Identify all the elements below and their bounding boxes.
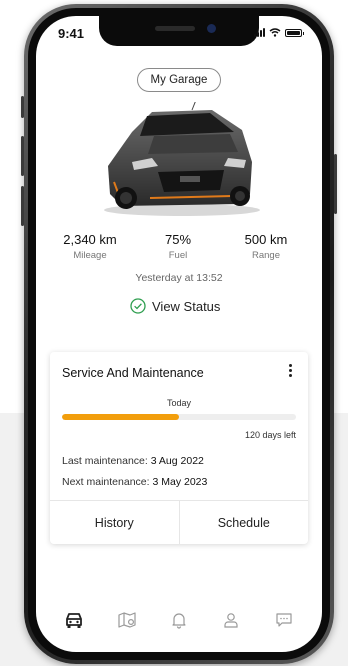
- view-status-button[interactable]: View Status: [130, 298, 220, 314]
- check-circle-icon: [130, 298, 146, 314]
- power-button: [334, 154, 337, 214]
- service-progress-fill: [62, 414, 179, 420]
- bottom-nav: [36, 602, 322, 638]
- next-maintenance-date: 3 May 2023: [152, 476, 208, 488]
- signal-icon: [254, 28, 265, 37]
- chat-icon: [276, 613, 292, 627]
- last-updated-text: Yesterday at 13:52: [135, 272, 223, 284]
- volume-down-button: [21, 186, 24, 226]
- nav-notifications[interactable]: [166, 607, 192, 633]
- last-maintenance: Last maintenance: 3 Aug 2022: [62, 455, 204, 467]
- volume-up-button: [21, 136, 24, 176]
- next-maintenance-label: Next maintenance:: [62, 476, 150, 488]
- more-options-icon[interactable]: [289, 364, 292, 377]
- history-button[interactable]: History: [50, 501, 180, 544]
- car-image: [104, 102, 260, 216]
- next-maintenance: Next maintenance: 3 May 2023: [62, 476, 207, 488]
- range-label: Range: [252, 250, 280, 261]
- phone-frame: 9:41 My Garage 2,340 km Mileage 75% Fuel…: [21, 4, 337, 664]
- my-garage-button[interactable]: My Garage: [137, 68, 221, 92]
- nav-messages[interactable]: [271, 607, 297, 633]
- bell-icon: [172, 613, 186, 629]
- mute-switch: [21, 96, 24, 118]
- nav-profile[interactable]: [218, 607, 244, 633]
- schedule-button[interactable]: Schedule: [180, 501, 309, 544]
- range-value: 500 km: [244, 232, 288, 247]
- days-left-text: 120 days left: [244, 430, 296, 440]
- app-screen: 9:41 My Garage 2,340 km Mileage 75% Fuel…: [36, 16, 322, 652]
- map-icon: [117, 612, 136, 628]
- status-time: 9:41: [58, 26, 85, 41]
- front-camera: [207, 24, 216, 33]
- wifi-icon: [269, 28, 281, 37]
- today-label: Today: [166, 398, 192, 408]
- car-icon: [66, 613, 83, 628]
- notch: [99, 16, 259, 46]
- nav-map[interactable]: [114, 607, 140, 633]
- fuel-stat: 75% Fuel: [148, 232, 208, 261]
- mileage-stat: 2,340 km Mileage: [58, 232, 122, 261]
- nav-car[interactable]: [61, 607, 87, 633]
- status-icons: [254, 28, 304, 37]
- fuel-value: 75%: [164, 232, 192, 247]
- range-stat: 500 km Range: [234, 232, 298, 261]
- service-progress-bar: [62, 414, 296, 420]
- user-icon: [224, 613, 238, 628]
- card-actions: History Schedule: [50, 500, 308, 544]
- mileage-label: Mileage: [73, 250, 107, 261]
- battery-icon: [285, 28, 304, 37]
- speaker: [155, 26, 195, 31]
- service-card-title: Service And Maintenance: [62, 366, 204, 380]
- last-maintenance-label: Last maintenance:: [62, 455, 148, 467]
- view-status-label: View Status: [152, 298, 221, 314]
- last-maintenance-date: 3 Aug 2022: [150, 455, 204, 467]
- service-maintenance-card: Service And Maintenance Today 120 days l…: [50, 352, 308, 544]
- mileage-value: 2,340 km: [63, 232, 117, 247]
- fuel-label: Fuel: [168, 250, 188, 261]
